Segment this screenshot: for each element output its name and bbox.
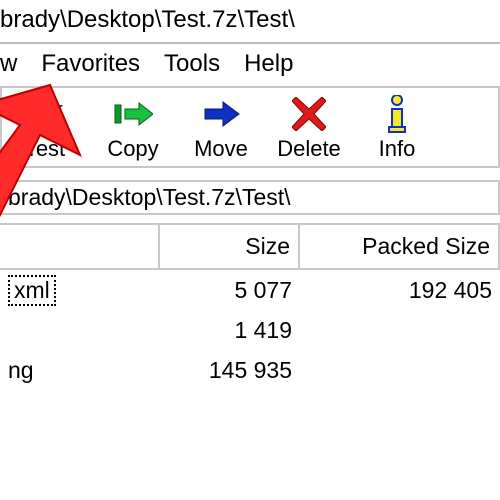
address-bar[interactable]: brady\Desktop\Test.7z\Test\ [0, 180, 500, 215]
file-packed-cell [300, 328, 500, 332]
delete-label: Delete [277, 136, 341, 162]
menu-view[interactable]: w [0, 50, 17, 78]
copy-label: Copy [107, 136, 158, 162]
arrow-right-green-icon [113, 94, 153, 134]
info-icon [377, 94, 417, 134]
file-packed-cell: 192 405 [300, 275, 500, 306]
copy-button[interactable]: Copy [98, 94, 168, 162]
chevron-down-icon [25, 94, 65, 134]
file-packed-cell [300, 368, 500, 372]
menu-favorites[interactable]: Favorites [41, 50, 140, 78]
window-title: brady\Desktop\Test.7z\Test\ [0, 0, 500, 40]
cross-icon [289, 94, 329, 134]
file-size-cell: 145 935 [160, 355, 300, 386]
toolbar: Test Copy Move [0, 86, 500, 168]
move-label: Move [194, 136, 248, 162]
table-row[interactable]: ng 145 935 [0, 350, 500, 390]
file-name-cell [0, 328, 160, 332]
info-button[interactable]: Info [362, 94, 432, 162]
menu-help[interactable]: Help [244, 50, 293, 78]
menu-bar: w Favorites Tools Help [0, 44, 500, 86]
arrow-right-blue-icon [201, 94, 241, 134]
file-list: xml 5 077 192 405 1 419 ng 145 935 [0, 270, 500, 390]
test-label: Test [25, 136, 65, 162]
table-row[interactable]: 1 419 [0, 310, 500, 350]
menu-tools[interactable]: Tools [164, 50, 220, 78]
info-label: Info [379, 136, 416, 162]
file-size-cell: 5 077 [160, 275, 300, 306]
column-name-header[interactable] [0, 225, 160, 268]
table-row[interactable]: xml 5 077 192 405 [0, 270, 500, 310]
move-button[interactable]: Move [186, 94, 256, 162]
column-packed-header[interactable]: Packed Size [300, 225, 500, 268]
file-name-cell: ng [0, 355, 160, 386]
column-size-header[interactable]: Size [160, 225, 300, 268]
file-size-cell: 1 419 [160, 315, 300, 346]
file-name-cell: xml [0, 273, 160, 308]
test-button[interactable]: Test [10, 94, 80, 162]
column-headers: Size Packed Size [0, 225, 500, 270]
delete-button[interactable]: Delete [274, 94, 344, 162]
selected-file-name: xml [8, 275, 56, 306]
address-bar-row: brady\Desktop\Test.7z\Test\ [0, 168, 500, 225]
